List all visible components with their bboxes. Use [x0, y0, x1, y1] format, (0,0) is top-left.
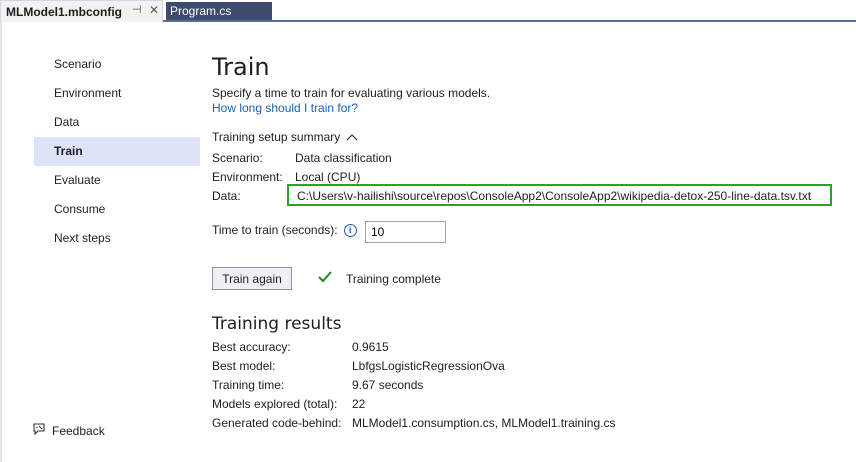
feedback-label: Feedback — [52, 423, 105, 438]
result-label: Models explored (total): — [212, 397, 338, 411]
chevron-up-icon — [346, 130, 358, 144]
results-title: Training results — [212, 314, 342, 334]
time-to-train-label: Time to train (seconds): — [212, 223, 338, 237]
result-value: MLModel1.consumption.cs, MLModel1.traini… — [352, 416, 616, 430]
summary-environment-label: Environment: — [212, 170, 283, 184]
result-value: 9.67 seconds — [352, 378, 424, 392]
result-label: Best accuracy: — [212, 340, 291, 354]
feedback-icon — [32, 422, 46, 439]
page-title: Train — [212, 53, 270, 81]
document-tab-strip: MLModel1.mbconfig ⊣ ✕ Program.cs — [0, 0, 856, 22]
data-path-highlight: C:\Users\v-hailishi\source\repos\Console… — [287, 184, 832, 206]
summary-environment-value: Local (CPU) — [295, 170, 361, 184]
tab-title: Program.cs — [170, 4, 232, 18]
sidebar-item-consume[interactable]: Consume — [34, 195, 200, 224]
summary-data-value: C:\Users\v-hailishi\source\repos\Console… — [297, 189, 812, 203]
help-link[interactable]: How long should I train for? — [212, 101, 358, 115]
feedback-link[interactable]: Feedback — [32, 422, 105, 439]
summary-scenario-value: Data classification — [295, 151, 392, 165]
tab-program-cs[interactable]: Program.cs — [166, 2, 272, 20]
tab-mlmodel1-mbconfig[interactable]: MLModel1.mbconfig ⊣ ✕ — [0, 0, 163, 22]
train-again-button[interactable]: Train again — [212, 267, 292, 290]
checkmark-icon — [318, 271, 332, 286]
time-to-train-row: Time to train (seconds): i — [212, 223, 357, 237]
summary-toggle[interactable]: Training setup summary — [212, 130, 358, 144]
tab-title: MLModel1.mbconfig — [6, 5, 122, 19]
sidebar-item-scenario[interactable]: Scenario — [34, 50, 200, 79]
result-label: Best model: — [212, 359, 276, 373]
window-left-border — [0, 22, 2, 462]
sidebar-item-environment[interactable]: Environment — [34, 79, 200, 108]
result-value: LbfgsLogisticRegressionOva — [352, 359, 505, 373]
result-value: 0.9615 — [352, 340, 389, 354]
summary-toggle-label: Training setup summary — [212, 130, 341, 144]
training-status: Training complete — [318, 271, 441, 286]
result-label: Training time: — [212, 378, 285, 392]
train-page: Train Specify a time to train for evalua… — [212, 52, 842, 430]
close-icon[interactable]: ✕ — [149, 3, 159, 17]
info-icon[interactable]: i — [343, 223, 357, 237]
sidebar-item-train[interactable]: Train — [34, 137, 200, 166]
time-to-train-input[interactable] — [365, 221, 446, 243]
result-label: Generated code-behind: — [212, 416, 342, 430]
result-value: 22 — [352, 397, 366, 411]
pin-icon[interactable]: ⊣ — [132, 3, 142, 16]
sidebar-item-next-steps[interactable]: Next steps — [34, 224, 200, 253]
summary-scenario-label: Scenario: — [212, 151, 263, 165]
sidebar-item-evaluate[interactable]: Evaluate — [34, 166, 200, 195]
page-description: Specify a time to train for evaluating v… — [212, 86, 491, 100]
sidebar-item-data[interactable]: Data — [34, 108, 200, 137]
summary-data-label: Data: — [212, 189, 241, 203]
sidebar-nav: Scenario Environment Data Train Evaluate… — [34, 50, 200, 253]
training-status-text: Training complete — [346, 271, 441, 286]
